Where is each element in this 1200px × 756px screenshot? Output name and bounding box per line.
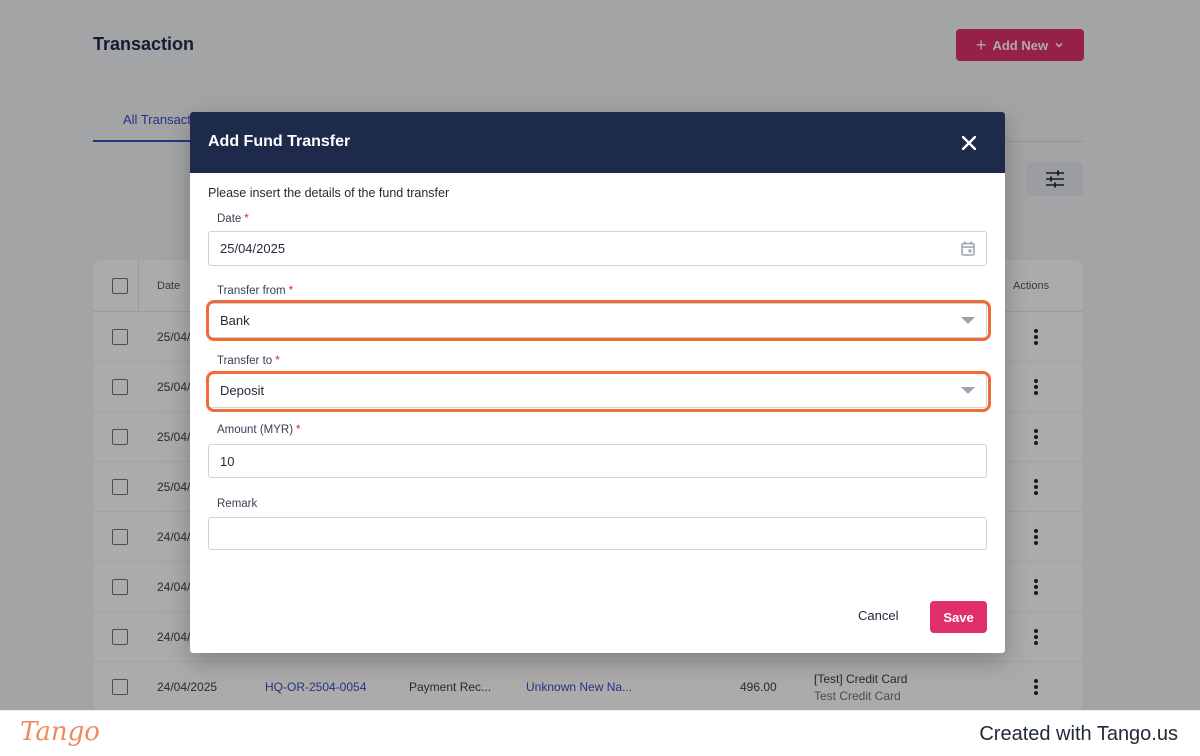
- amount-value: 10: [220, 453, 235, 469]
- highlight-transfer-to: [206, 371, 991, 412]
- save-button[interactable]: Save: [930, 601, 987, 633]
- remark-label: Remark: [217, 498, 258, 510]
- close-icon: [962, 136, 976, 150]
- tango-footer: Tango Created with Tango.us: [0, 710, 1200, 756]
- transfer-to-label: Transfer to *: [217, 355, 280, 367]
- dialog-header: Add Fund Transfer: [190, 112, 1005, 173]
- transfer-from-label: Transfer from *: [217, 285, 294, 297]
- tango-logo: Tango: [20, 717, 100, 747]
- highlight-transfer-from: [206, 300, 991, 341]
- date-label: Date *: [217, 213, 249, 225]
- dialog-title: Add Fund Transfer: [208, 133, 351, 150]
- close-button[interactable]: [958, 132, 980, 154]
- remark-input[interactable]: [208, 517, 987, 550]
- amount-input[interactable]: 10: [208, 444, 987, 478]
- dialog-actions: Cancel Save: [190, 601, 1005, 633]
- dialog-description: Please insert the details of the fund tr…: [208, 186, 450, 200]
- date-field[interactable]: 25/04/2025: [208, 231, 987, 266]
- cancel-button[interactable]: Cancel: [858, 608, 898, 623]
- calendar-icon[interactable]: [961, 241, 975, 256]
- date-value: 25/04/2025: [220, 241, 286, 256]
- amount-label: Amount (MYR) *: [217, 424, 301, 436]
- footer-credit: Created with Tango.us: [979, 723, 1178, 745]
